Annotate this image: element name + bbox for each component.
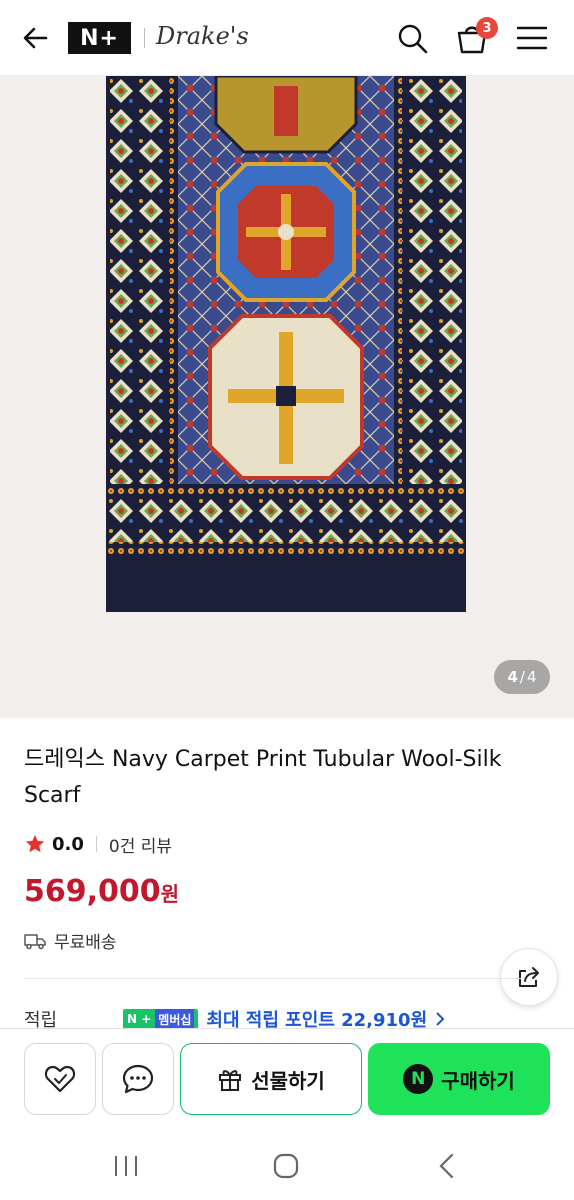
app: N+ Drake's 3 4 / 4 드레익스 Navy Carpet Prin…	[0, 0, 574, 1200]
share-icon	[519, 967, 539, 987]
bottom-action-bar: 선물하기 N 구매하기	[0, 1028, 574, 1130]
menu-icon[interactable]	[514, 20, 550, 56]
buy-button-label: 구매하기	[441, 1068, 515, 1093]
naver-plus-badge-text: N +	[127, 1012, 152, 1026]
product-image	[106, 76, 466, 612]
image-counter-current: 4	[507, 668, 518, 686]
naver-pay-logo: N	[403, 1064, 434, 1094]
brand-name[interactable]: Drake's	[156, 22, 249, 50]
home-icon[interactable]	[270, 1150, 302, 1182]
shipping-info: 무료배송	[24, 928, 117, 953]
back-arrow-icon[interactable]	[20, 22, 52, 54]
rating-divider	[95, 836, 97, 852]
gift-icon	[219, 1070, 242, 1091]
review-count-link[interactable]: 0건 리뷰	[109, 832, 172, 857]
naver-plus-membership-badge: N + 멤버십	[123, 1009, 199, 1029]
chat-inquiry-button[interactable]	[102, 1043, 174, 1115]
membership-badge-text: 멤버십	[155, 1009, 195, 1029]
product-title: 드레익스 Navy Carpet Print Tubular Wool-Silk…	[24, 747, 502, 808]
system-navigation-bar	[0, 1130, 574, 1200]
image-counter-separator: /	[519, 668, 525, 686]
image-counter: 4 / 4	[494, 660, 550, 694]
wishlist-button[interactable]	[24, 1043, 96, 1115]
rating-score: 0.0	[52, 833, 84, 855]
system-back-icon[interactable]	[432, 1150, 464, 1182]
heart-icon	[44, 1065, 76, 1093]
gift-button[interactable]: 선물하기	[180, 1043, 362, 1115]
rating-row[interactable]: 0.0 0건 리뷰	[24, 830, 172, 858]
price-value: 569,000	[24, 874, 161, 909]
section-divider	[24, 978, 524, 979]
shipping-text: 무료배송	[54, 933, 117, 953]
price-currency: 원	[160, 882, 180, 906]
gift-button-label: 선물하기	[251, 1068, 325, 1093]
chat-bubble-icon	[122, 1064, 154, 1094]
star-icon	[25, 834, 45, 853]
share-button[interactable]	[500, 948, 558, 1006]
image-counter-total: 4	[526, 668, 537, 686]
top-header: N+ Drake's 3	[0, 0, 574, 76]
brand-divider	[144, 28, 145, 48]
chevron-right-icon	[436, 1012, 445, 1026]
truck-icon	[24, 933, 46, 949]
cart-count-badge: 3	[476, 17, 498, 39]
price: 569,000원	[24, 874, 179, 909]
buy-button[interactable]: N 구매하기	[368, 1043, 550, 1115]
recent-apps-icon[interactable]	[110, 1150, 142, 1182]
brand-badge[interactable]: N+	[68, 22, 131, 54]
search-icon[interactable]	[394, 20, 430, 56]
product-image-gallery[interactable]: 4 / 4	[0, 76, 574, 718]
